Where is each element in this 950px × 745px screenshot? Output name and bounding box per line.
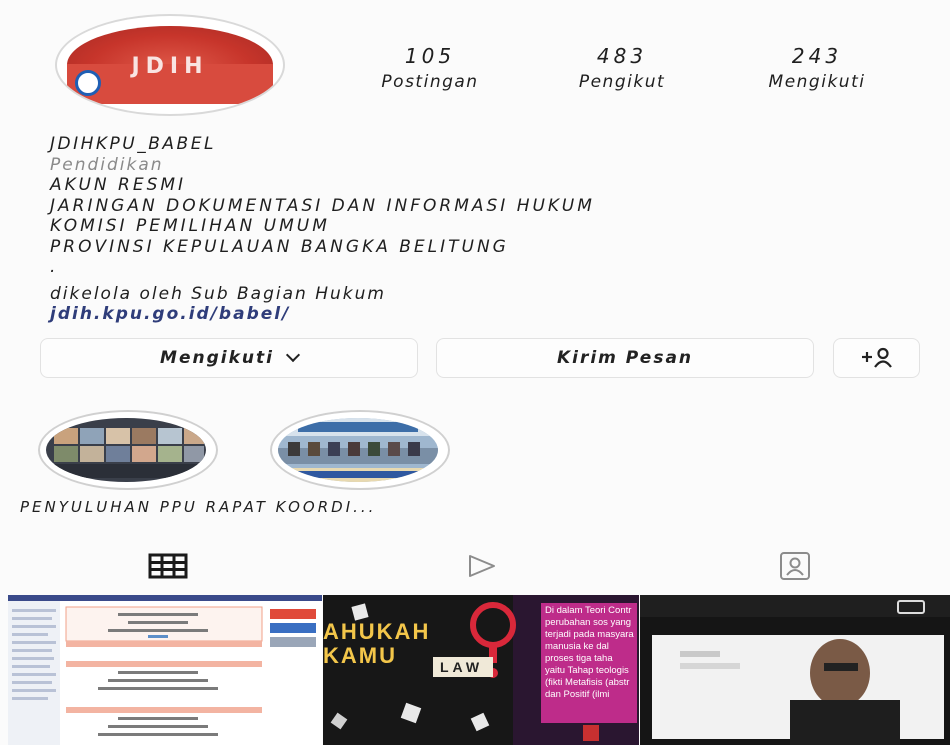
poster-side-text: Di dalam Teori Contr perubahan sos yang … [545,605,634,700]
stat-following[interactable]: 243 Mengikuti [742,44,892,92]
following-button-label: Mengikuti [160,348,274,368]
profile-category: Pendidikan [50,154,164,175]
send-message-button[interactable]: Kirim Pesan [436,338,814,378]
followers-label: Pengikut [578,72,666,92]
add-person-icon [861,347,892,368]
bio-line: PROVINSI KEPULAUAN BANGKA BELITUNG [50,236,509,257]
following-label: Mengikuti [768,72,866,92]
send-message-label: Kirim Pesan [556,348,694,368]
poster-law-tile: LAW [440,659,484,675]
tab-posts-grid[interactable] [148,548,188,584]
tagged-icon [780,552,810,580]
following-count: 243 [791,44,843,68]
stat-followers[interactable]: 483 Pengikut [547,44,697,92]
tab-reels[interactable] [462,548,502,584]
managed-by: dikelola oleh Sub Bagian Hukum [50,283,386,304]
post-thumbnail-document[interactable] [8,595,322,745]
bio-line: JARINGAN DOKUMENTASI DAN INFORMASI HUKUM [50,195,595,216]
post-thumbnail-poster[interactable]: AHUKAH KAMU LAW Di dalam Teori Contr per… [323,595,639,745]
following-button[interactable]: Mengikuti [40,338,418,378]
profile-avatar[interactable]: JDIH [55,14,285,116]
followers-count: 483 [596,44,648,68]
chevron-down-icon [285,347,301,363]
posts-label: Postingan [381,72,479,92]
profile-bio: JDIHKPU_BABEL Pendidikan AKUN RESMI JARI… [50,134,910,325]
add-person-button[interactable] [833,338,920,378]
bio-line: . [50,257,59,277]
avatar-image: JDIH [67,26,273,104]
highlight-rapat-koordinasi[interactable] [270,410,450,490]
bio-line: AKUN RESMI [50,175,187,195]
poster-headline: AHUKAH [323,619,431,644]
post-thumbnail-video-call[interactable] [640,595,950,745]
highlight-penyuluhan[interactable] [38,410,218,490]
grid-icon [148,553,188,579]
bio-line: KOMISI PEMILIHAN UMUM [50,216,330,236]
highlight-captions: PENYULUHAN PPU RAPAT KOORDI... [20,498,377,516]
stat-posts[interactable]: 105 Postingan [355,44,505,92]
reels-icon [469,555,495,577]
tab-tagged[interactable] [775,548,815,584]
posts-count: 105 [404,44,456,68]
username: JDIHKPU_BABEL [50,134,216,154]
avatar-logo-text: JDIH [131,54,209,79]
poster-subheadline: KAMU [323,643,397,668]
highlight-thumbnail [46,418,206,482]
highlight-thumbnail [278,418,438,482]
profile-link[interactable]: jdih.kpu.go.id/babel/ [50,304,910,325]
